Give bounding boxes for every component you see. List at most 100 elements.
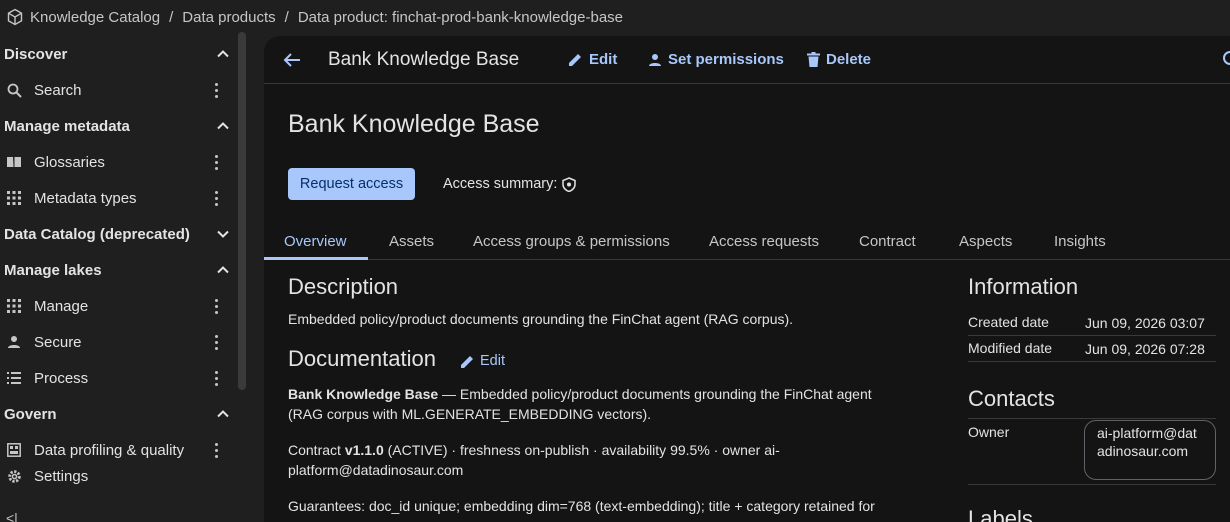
sidebar-section-discover[interactable]: Discover — [0, 36, 248, 72]
section-label: Govern — [4, 405, 57, 423]
sidebar-item-label: Manage — [34, 297, 89, 315]
sidebar-item-glossaries[interactable]: Glossaries — [0, 144, 248, 180]
delete-label: Delete — [826, 51, 872, 68]
edit-button[interactable]: Edit — [568, 51, 617, 68]
description-heading: Description — [288, 274, 399, 299]
more-options-icon[interactable] — [208, 297, 224, 315]
more-options-icon[interactable] — [208, 81, 224, 99]
breadcrumb-knowledge-catalog[interactable]: Knowledge Catalog — [30, 9, 160, 26]
tab-overview[interactable]: Overview — [284, 233, 347, 250]
access-summary: Access summary: — [443, 176, 577, 192]
documentation-paragraph-3: Guarantees: doc_id unique; embedding dim… — [288, 498, 875, 514]
page-title: Bank Knowledge Base — [288, 110, 540, 138]
documentation-heading: Documentation — [288, 346, 436, 371]
breadcrumb-separator: / — [284, 8, 289, 26]
doc-title-bold: Bank Knowledge Base — [288, 386, 439, 402]
header-title: Bank Knowledge Base — [328, 49, 520, 70]
set-permissions-label: Set permissions — [668, 51, 784, 68]
created-date-row: Created date Jun 09, 2026 03:07 — [968, 310, 1216, 336]
more-options-icon[interactable] — [208, 369, 224, 387]
sidebar-item-label: Data profiling & quality — [34, 441, 185, 459]
knowledge-catalog-logo-icon — [7, 8, 23, 26]
breadcrumb-data-products[interactable]: Data products — [182, 9, 275, 26]
shield-icon[interactable] — [562, 176, 577, 192]
breadcrumb-current: Data product: finchat-prod-bank-knowledg… — [297, 8, 624, 26]
created-date-value: Jun 09, 2026 03:07 — [1085, 315, 1205, 331]
modified-date-row: Modified date Jun 09, 2026 07:28 — [968, 336, 1216, 362]
modified-date-label: Modified date — [968, 340, 1053, 356]
sidebar-item-secure[interactable]: Secure — [0, 324, 248, 360]
sidebar-scrollbar[interactable] — [238, 32, 246, 390]
sidebar-section-manage-metadata[interactable]: Manage metadata — [0, 108, 248, 144]
sidebar-item-settings[interactable]: Settings — [0, 466, 248, 486]
tab-contract[interactable]: Contract — [859, 233, 916, 250]
sidebar-item-label: Search — [34, 81, 82, 99]
dashboard-icon — [6, 442, 22, 458]
pencil-icon — [461, 355, 473, 368]
sidebar-item-process[interactable]: Process — [0, 360, 248, 396]
owner-chip[interactable]: ai-platform@datadinosaur.com — [1084, 420, 1216, 480]
panel-header: Bank Knowledge Base Edit Set permissions… — [264, 36, 1230, 84]
more-options-icon[interactable] — [208, 189, 224, 207]
sidebar-item-label: Glossaries — [34, 153, 105, 171]
sidebar-section-manage-lakes[interactable]: Manage lakes — [0, 252, 248, 288]
documentation-edit-label: Edit — [480, 353, 505, 369]
tab-access-requests[interactable]: Access requests — [709, 233, 819, 250]
request-access-button[interactable]: Request access — [288, 168, 415, 200]
information-heading: Information — [968, 274, 1079, 299]
collapse-sidebar-icon[interactable]: <| — [6, 510, 18, 522]
sidebar-item-label: Process — [34, 369, 89, 387]
active-tab-indicator — [264, 257, 368, 260]
sidebar-item-manage[interactable]: Manage — [0, 288, 248, 324]
section-label: Manage metadata — [4, 117, 130, 135]
tab-aspects[interactable]: Aspects — [959, 233, 1012, 250]
chevron-up-icon — [217, 266, 229, 274]
created-date-label: Created date — [968, 314, 1049, 330]
book-icon — [6, 154, 22, 170]
section-label: Manage lakes — [4, 261, 102, 279]
more-options-icon[interactable] — [208, 153, 224, 171]
more-options-icon[interactable] — [208, 441, 224, 459]
grid-icon — [6, 190, 22, 206]
divider — [968, 418, 1216, 419]
chevron-up-icon — [217, 50, 229, 58]
contract-version: v1.1.0 — [344, 442, 384, 458]
chevron-up-icon — [217, 410, 229, 418]
chevron-down-icon — [217, 230, 229, 238]
delete-button[interactable]: Delete — [807, 51, 871, 68]
sidebar-section-govern[interactable]: Govern — [0, 396, 248, 432]
search-icon — [6, 82, 22, 98]
sidebar-item-label: Metadata types — [34, 189, 137, 207]
grid-icon — [6, 298, 22, 314]
search-icon[interactable] — [1222, 50, 1230, 70]
contacts-heading: Contacts — [968, 386, 1055, 411]
chevron-up-icon — [217, 122, 229, 130]
breadcrumb-separator: / — [169, 8, 174, 26]
trash-icon — [807, 52, 820, 67]
labels-heading: Labels — [968, 506, 1033, 522]
description-text: Embedded policy/product documents ground… — [288, 311, 794, 327]
sidebar-item-label: Secure — [34, 333, 82, 351]
gear-icon — [6, 468, 22, 484]
contract-prefix: Contract — [288, 442, 345, 458]
set-permissions-button[interactable]: Set permissions — [648, 51, 784, 68]
more-options-icon[interactable] — [208, 333, 224, 351]
tab-access-groups[interactable]: Access groups & permissions — [473, 233, 670, 250]
person-icon — [6, 334, 22, 350]
documentation-paragraph-2: Contract v1.1.0 (ACTIVE) · freshness on-… — [288, 440, 788, 480]
sidebar-item-metadata-types[interactable]: Metadata types — [0, 180, 248, 216]
sidebar-item-search[interactable]: Search — [0, 72, 248, 108]
documentation-edit-button[interactable]: Edit — [460, 353, 505, 369]
section-label: Discover — [4, 45, 68, 63]
pencil-icon — [569, 54, 581, 66]
back-arrow-icon[interactable] — [282, 50, 302, 70]
sidebar-section-data-catalog[interactable]: Data Catalog (deprecated) — [0, 216, 248, 252]
edit-label: Edit — [589, 51, 618, 68]
tab-assets[interactable]: Assets — [389, 233, 434, 250]
owner-label: Owner — [968, 424, 1010, 440]
documentation-paragraph-1: Bank Knowledge Base — Embedded policy/pr… — [288, 384, 908, 424]
section-label: Data Catalog (deprecated) — [4, 225, 190, 243]
modified-date-value: Jun 09, 2026 07:28 — [1085, 341, 1205, 357]
sidebar-item-data-profiling[interactable]: Data profiling & quality — [0, 432, 248, 468]
tab-insights[interactable]: Insights — [1054, 233, 1106, 250]
